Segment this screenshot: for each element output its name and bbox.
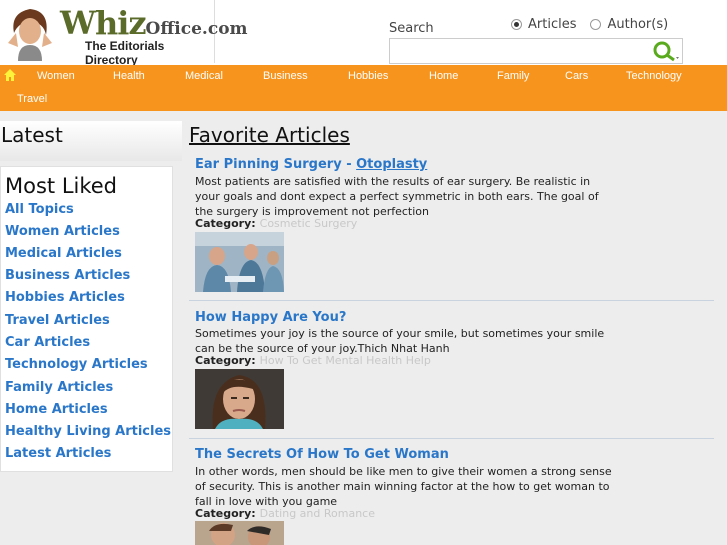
radio-articles-label: Articles: [528, 17, 577, 32]
latest-tab[interactable]: Latest: [0, 121, 182, 161]
logo-wordmark: WhizOffice.com: [60, 4, 248, 42]
sidebar-link-women[interactable]: Women Articles: [5, 224, 120, 239]
logo-woman-photo: [4, 3, 56, 61]
article-title[interactable]: The Secrets Of How To Get Woman: [195, 447, 449, 462]
sidebar-link-family[interactable]: Family Articles: [5, 380, 113, 395]
nav-item-business[interactable]: Business: [263, 70, 308, 82]
article-category: Category: How To Get Mental Health Help: [195, 354, 431, 367]
sidebar-link-technology[interactable]: Technology Articles: [5, 357, 148, 372]
nav-item-family[interactable]: Family: [497, 70, 529, 82]
sidebar-link-travel[interactable]: Travel Articles: [5, 313, 110, 328]
nav-item-cars[interactable]: Cars: [565, 70, 588, 82]
site-logo[interactable]: WhizOffice.com The Editorials Directory: [0, 0, 248, 67]
search-type-options: Articles Author(s): [511, 17, 668, 32]
site-header: WhizOffice.com The Editorials Directory …: [0, 0, 727, 67]
article-summary: Most patients are satisfied with the res…: [195, 175, 599, 218]
sidebar-link-hobbies[interactable]: Hobbies Articles: [5, 290, 125, 305]
main-nav: Women Health Medical Business Hobbies Ho…: [0, 65, 727, 111]
category-link[interactable]: Dating and Romance: [260, 507, 375, 520]
article-divider: [189, 438, 714, 439]
nav-item-travel[interactable]: Travel: [17, 93, 47, 105]
article-thumbnail-surgery[interactable]: [195, 232, 284, 292]
search-icon[interactable]: [650, 40, 680, 62]
nav-item-home[interactable]: Home: [429, 70, 458, 82]
article-category: Category: Cosmetic Surgery: [195, 217, 358, 230]
most-liked-heading: Most Liked: [5, 174, 118, 198]
sidebar-link-medical[interactable]: Medical Articles: [5, 246, 122, 261]
article-summary: In other words, men should be like men t…: [195, 465, 612, 508]
nav-item-medical[interactable]: Medical: [185, 70, 223, 82]
article-title[interactable]: How Happy Are You?: [195, 310, 346, 325]
search-input[interactable]: [389, 38, 683, 64]
category-link[interactable]: How To Get Mental Health Help: [260, 354, 431, 367]
article-category: Category: Dating and Romance: [195, 507, 375, 520]
radio-authors-label: Author(s): [607, 17, 669, 32]
radio-articles[interactable]: [511, 19, 522, 30]
sidebar-link-latest[interactable]: Latest Articles: [5, 446, 111, 461]
sidebar-link-car[interactable]: Car Articles: [5, 335, 90, 350]
nav-item-technology[interactable]: Technology: [626, 70, 682, 82]
sidebar-link-healthy-living[interactable]: Healthy Living Articles: [5, 424, 171, 439]
sidebar-link-business[interactable]: Business Articles: [5, 268, 130, 283]
radio-authors[interactable]: [590, 19, 602, 30]
article-thumbnail-couple[interactable]: [195, 521, 284, 545]
article-title-link[interactable]: Otoplasty: [356, 157, 427, 172]
nav-item-women[interactable]: Women: [37, 70, 75, 82]
article-summary: Sometimes your joy is the source of your…: [195, 327, 605, 355]
article-thumbnail-woman[interactable]: [195, 369, 284, 429]
article-divider: [189, 300, 714, 301]
category-link[interactable]: Cosmetic Surgery: [260, 217, 358, 230]
article-title[interactable]: Ear Pinning Surgery - Otoplasty: [195, 157, 427, 172]
nav-item-hobbies[interactable]: Hobbies: [348, 70, 388, 82]
latest-tab-label: Latest: [1, 123, 63, 147]
search-label: Search: [389, 21, 434, 36]
sidebar-link-home[interactable]: Home Articles: [5, 402, 108, 417]
nav-item-health[interactable]: Health: [113, 70, 145, 82]
page-title: Favorite Articles: [189, 123, 350, 147]
logo-tagline: The Editorials Directory: [85, 39, 165, 67]
sidebar-link-all-topics[interactable]: All Topics: [5, 202, 74, 217]
home-icon[interactable]: [3, 68, 17, 82]
